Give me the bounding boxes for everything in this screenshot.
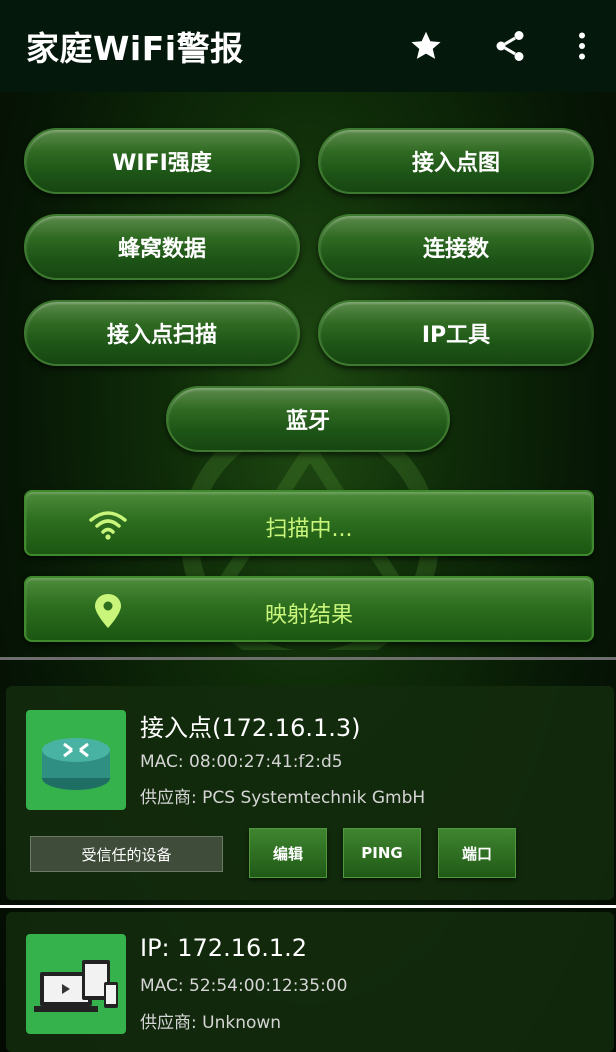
ping-button[interactable]: PING bbox=[343, 828, 421, 878]
port-button[interactable]: 端口 bbox=[438, 828, 516, 878]
more-vert-icon[interactable] bbox=[562, 26, 602, 66]
wifi-strength-button[interactable]: WIFI强度 bbox=[24, 128, 300, 194]
device-card[interactable]: IP: 172.16.1.2 MAC: 52:54:00:12:35:00 供应… bbox=[6, 912, 614, 1052]
map-results-button[interactable]: 映射结果 bbox=[24, 576, 594, 642]
share-icon[interactable] bbox=[490, 26, 530, 66]
device-mac: MAC: 08:00:27:41:f2:d5 bbox=[140, 752, 343, 772]
device-title: 接入点(172.16.1.3) bbox=[140, 714, 361, 742]
scanning-button[interactable]: 扫描中... bbox=[24, 490, 594, 556]
bluetooth-button[interactable]: 蓝牙 bbox=[166, 386, 450, 452]
devices-icon bbox=[26, 934, 126, 1034]
router-icon bbox=[26, 710, 126, 810]
device-title: IP: 172.16.1.2 bbox=[140, 934, 308, 962]
device-card[interactable]: 接入点(172.16.1.3) MAC: 08:00:27:41:f2:d5 供… bbox=[6, 686, 614, 900]
map-results-label: 映射结果 bbox=[264, 603, 353, 628]
edit-button[interactable]: 编辑 bbox=[249, 828, 327, 878]
device-vendor: 供应商: Unknown bbox=[140, 1013, 282, 1033]
app-title: 家庭WiFi警报 bbox=[26, 29, 244, 68]
trusted-device-button[interactable]: 受信任的设备 bbox=[30, 836, 223, 872]
ip-tools-button[interactable]: IP工具 bbox=[318, 300, 594, 366]
device-mac: MAC: 52:54:00:12:35:00 bbox=[140, 976, 348, 996]
card-divider bbox=[0, 905, 616, 908]
section-divider bbox=[0, 657, 616, 660]
cellular-data-button[interactable]: 蜂窝数据 bbox=[24, 214, 300, 280]
scanning-label: 扫描中... bbox=[265, 517, 353, 542]
device-vendor: 供应商: PCS Systemtechnik GmbH bbox=[140, 788, 426, 808]
ap-map-button[interactable]: 接入点图 bbox=[318, 128, 594, 194]
connections-button[interactable]: 连接数 bbox=[318, 214, 594, 280]
app-bar: 家庭WiFi警报 bbox=[0, 0, 616, 92]
ap-scan-button[interactable]: 接入点扫描 bbox=[24, 300, 300, 366]
star-icon[interactable] bbox=[406, 26, 446, 66]
